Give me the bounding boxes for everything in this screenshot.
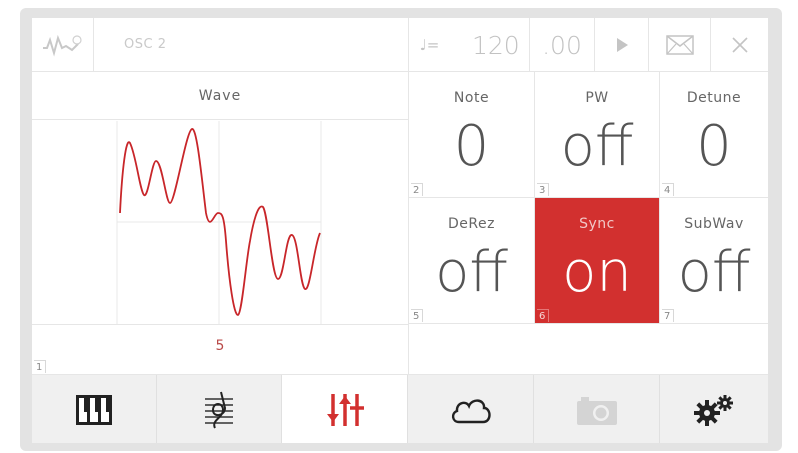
play-button[interactable] [594, 18, 648, 72]
wave-value: 5 [215, 338, 225, 354]
param-subwav[interactable]: SubWav off 7 [660, 198, 768, 324]
sheet-music-icon [205, 391, 233, 428]
param-index: 6 [537, 309, 550, 322]
bottom-tab-bar [32, 374, 768, 443]
param-index: 2 [411, 183, 424, 196]
param-note[interactable]: Note 0 2 [409, 72, 535, 198]
waveform-logo-icon[interactable] [32, 18, 94, 72]
param-index: 3 [537, 183, 550, 196]
param-label: Detune [686, 90, 742, 106]
mail-button[interactable] [648, 18, 710, 72]
param-label: Sync [579, 216, 615, 232]
close-icon [731, 37, 748, 53]
wave-label: Wave [32, 72, 408, 120]
param-index: 4 [662, 183, 675, 196]
param-value: off [560, 114, 634, 179]
device-frame: OSC 2 ♩= 120 .00 Wave 5 1 Note 0 2 PW of… [20, 8, 782, 451]
tab-keyboard[interactable] [32, 375, 157, 443]
tempo-icon-cell: ♩= [408, 18, 450, 72]
param-label: DeRez [448, 216, 495, 232]
param-value: 0 [453, 114, 490, 179]
tab-snapshot[interactable] [534, 375, 660, 443]
synth-screen: OSC 2 ♩= 120 .00 Wave 5 1 Note 0 2 PW of… [32, 18, 768, 443]
param-index: 5 [411, 309, 424, 322]
param-pw[interactable]: PW off 3 [535, 72, 660, 198]
gears-icon [694, 394, 733, 426]
title-bar: OSC 2 ♩= 120 .00 [32, 18, 768, 72]
tempo-fraction-field[interactable]: .00 [529, 18, 594, 72]
wave-index: 1 [34, 360, 47, 373]
param-sync[interactable]: Sync on 6 [535, 198, 660, 324]
waveform-display[interactable] [32, 121, 408, 324]
param-value: on [562, 240, 632, 305]
sliders-icon [326, 393, 364, 426]
tempo-fraction: .00 [542, 30, 582, 60]
param-derez[interactable]: DeRez off 5 [409, 198, 535, 324]
empty-param-row [409, 324, 768, 374]
param-index: 7 [662, 309, 675, 322]
camera-icon [576, 396, 617, 425]
param-label: SubWav [684, 216, 744, 232]
param-value: off [677, 240, 751, 305]
param-label: PW [585, 90, 609, 106]
param-detune[interactable]: Detune 0 4 [660, 72, 768, 198]
envelope-icon [665, 35, 694, 55]
oscillator-name: OSC 2 [124, 37, 167, 52]
play-icon [616, 38, 628, 52]
tab-cloud[interactable] [408, 375, 534, 443]
tempo-integer: 120 [472, 30, 520, 60]
tab-parameters[interactable] [282, 375, 408, 443]
param-value: off [435, 240, 508, 305]
wave-value-row[interactable]: 5 1 [32, 324, 408, 374]
tempo-integer-field[interactable]: 120 [450, 18, 529, 72]
piano-keys-icon [76, 394, 112, 425]
tab-settings[interactable] [660, 375, 768, 443]
close-button[interactable] [710, 18, 768, 72]
quarter-note-icon: ♩= [419, 36, 440, 54]
param-label: Note [453, 90, 490, 106]
cloud-icon [451, 398, 491, 423]
tab-notation[interactable] [157, 375, 282, 443]
param-value: 0 [696, 114, 732, 179]
